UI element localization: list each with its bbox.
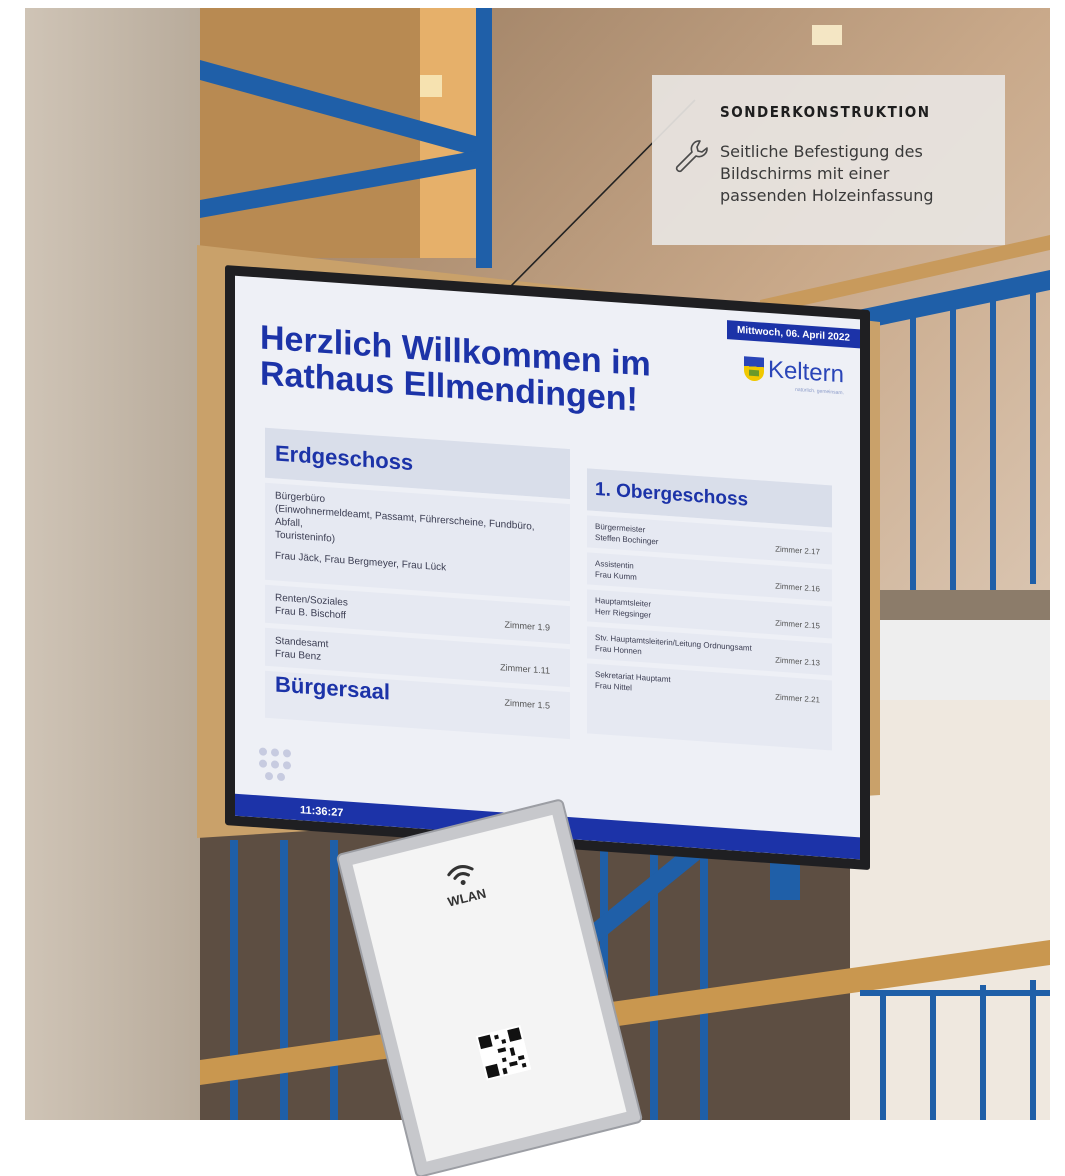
buergersaal-name: Bürgersaal (275, 671, 390, 705)
keltern-logo: Keltern (743, 355, 844, 389)
logo-name: Keltern (767, 355, 844, 389)
clock: 11:36:27 (300, 804, 344, 820)
room-number: Zimmer 1.5 (504, 697, 550, 711)
display-screen: Mittwoch, 06. April 2022 Herzlich Willko… (235, 275, 860, 860)
date-badge: Mittwoch, 06. April 2022 (727, 320, 860, 349)
callout-box: SONDERKONSTRUKTION Seitliche Befestigung… (652, 75, 1005, 245)
dots-pattern-icon (259, 747, 291, 781)
callout-line: passenden Holzeinfassung (720, 186, 934, 205)
callout-title: SONDERKONSTRUKTION (720, 103, 931, 121)
callout-line: Seitliche Befestigung des (720, 142, 923, 161)
signage-display: Mittwoch, 06. April 2022 Herzlich Willko… (225, 265, 870, 871)
logo-tagline: natürlich. gemeinsam. (795, 386, 844, 397)
wifi-icon (447, 865, 474, 886)
obergeschoss-panel: 1. Obergeschoss Bürgermeister Steffen Bo… (587, 468, 832, 751)
welcome-headline: Herzlich Willkommen im Rathaus Ellmendin… (260, 318, 651, 418)
callout-text: Seitliche Befestigung des Bildschirms mi… (720, 141, 990, 207)
erdgeschoss-panel: Erdgeschoss Bürgerbüro (Einwohnermeldeam… (265, 427, 570, 740)
qr-code[interactable] (475, 1024, 532, 1081)
callout-line: Bildschirms mit einer (720, 164, 890, 183)
wrench-icon (675, 140, 708, 173)
crest-icon (743, 356, 764, 382)
